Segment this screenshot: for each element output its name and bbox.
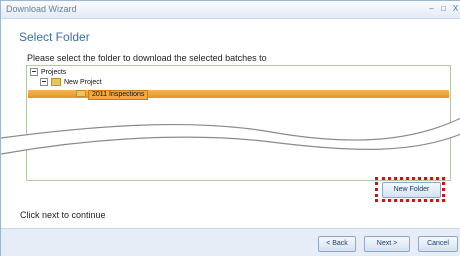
back-button[interactable]: < Back — [318, 236, 356, 252]
window-title: Download Wizard — [6, 4, 77, 14]
collapse-icon[interactable] — [40, 78, 48, 87]
tree-node-new-project[interactable]: New Project — [40, 78, 102, 88]
new-folder-highlight — [375, 177, 445, 202]
footer-hint: Click next to continue — [20, 210, 106, 220]
tree-node-label: New Project — [64, 79, 102, 86]
close-button[interactable]: X — [450, 3, 460, 15]
next-button[interactable]: Next > — [364, 236, 410, 252]
minimize-button[interactable]: – — [426, 3, 437, 15]
folder-icon — [51, 78, 61, 87]
collapse-icon[interactable] — [30, 68, 38, 77]
page-title: Select Folder — [19, 30, 90, 44]
instruction-text: Please select the folder to download the… — [27, 53, 267, 63]
wizard-button-bar: < Back Next > Cancel — [1, 228, 460, 256]
maximize-button[interactable]: □ — [438, 3, 449, 15]
download-wizard-window: Download Wizard – □ X Select Folder Plea… — [0, 0, 460, 256]
tree-node-label: Projects — [41, 69, 67, 76]
title-bar: Download Wizard – □ X — [1, 1, 460, 19]
tree-node-projects[interactable]: Projects — [30, 68, 66, 78]
tree-node-selected-row[interactable]: 2011 Inspections — [28, 90, 449, 100]
folder-icon — [76, 90, 86, 97]
tree-node-selected-label: 2011 Inspections — [88, 90, 149, 100]
cancel-button[interactable]: Cancel — [418, 236, 458, 252]
cut-break-divider — [1, 117, 460, 155]
